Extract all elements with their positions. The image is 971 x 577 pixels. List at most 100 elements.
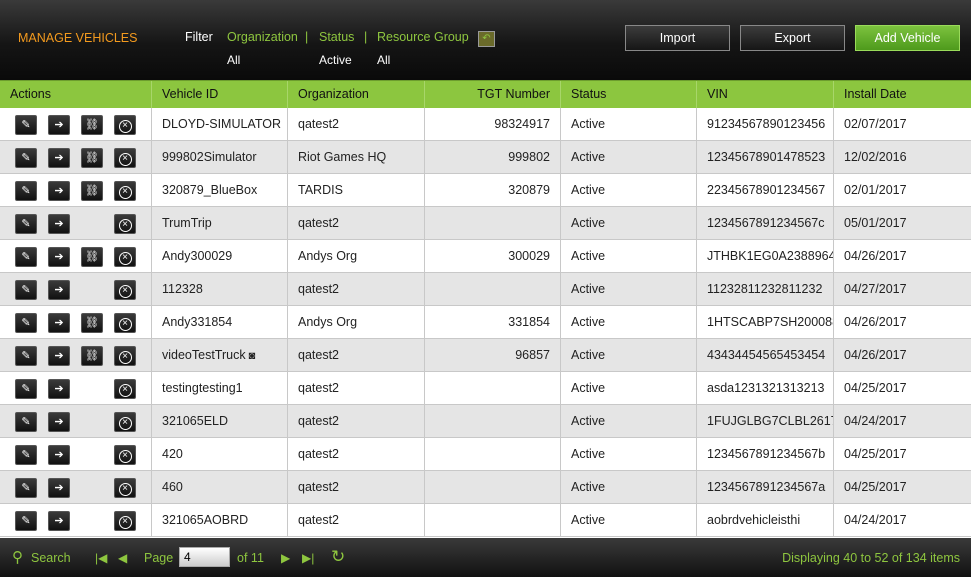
search-button[interactable]: Search (31, 551, 71, 565)
cell-status-text: Active (571, 183, 606, 197)
previous-page-icon[interactable]: ◀ (118, 551, 127, 565)
open-icon[interactable]: ➔ (48, 115, 70, 135)
reset-filter-icon[interactable]: ↶ (478, 31, 495, 47)
link-icon[interactable]: ⛓ (81, 181, 103, 201)
edit-icon[interactable]: ✎ (15, 115, 37, 135)
edit-icon[interactable]: ✎ (15, 478, 37, 498)
table-row[interactable]: ✎ ➔ × 420 qatest2 Active 1234567891234567b 04/2… (0, 438, 971, 471)
open-icon[interactable]: ➔ (48, 148, 70, 168)
column-header-vehicle-id[interactable]: Vehicle ID (152, 81, 288, 109)
open-icon[interactable]: ➔ (48, 247, 70, 267)
open-icon[interactable]: ➔ (48, 412, 70, 432)
open-icon[interactable]: ➔ (48, 511, 70, 531)
open-icon[interactable]: ➔ (48, 379, 70, 399)
cell-actions: ✎ ➔ × (0, 471, 152, 504)
import-button[interactable]: Import (625, 25, 730, 51)
open-icon[interactable]: ➔ (48, 181, 70, 201)
cell-actions: ✎ ➔ × (0, 504, 152, 537)
cell-vin-text: aobrdvehicleisthi (707, 513, 801, 527)
table-row[interactable]: ✎ ➔ × 460 qatest2 Active 1234567891234567a 04/2… (0, 471, 971, 504)
open-icon[interactable]: ➔ (48, 313, 70, 333)
table-row[interactable]: ✎ ➔ ⛓ × 999802Simulator Riot Games HQ 999802 Ac… (0, 141, 971, 174)
edit-icon[interactable]: ✎ (15, 148, 37, 168)
table-row[interactable]: ✎ ➔ × 321065AOBRD qatest2 Active aobrdvehiclei… (0, 504, 971, 537)
next-page-icon[interactable]: ▶ (281, 551, 290, 565)
delete-icon[interactable]: × (114, 280, 136, 300)
link-icon[interactable]: ⛓ (81, 247, 103, 267)
edit-icon[interactable]: ✎ (15, 247, 37, 267)
cell-vehicle-id-text: testingtesting1 (162, 381, 243, 395)
edit-icon[interactable]: ✎ (15, 511, 37, 531)
cell-organization: qatest2 (288, 273, 425, 306)
cell-status-text: Active (571, 513, 606, 527)
cell-tgt-number: 98324917 (425, 108, 561, 141)
link-icon[interactable]: ⛓ (81, 346, 103, 366)
column-header-install-date[interactable]: Install Date (834, 81, 971, 109)
delete-icon[interactable]: × (114, 445, 136, 465)
edit-icon[interactable]: ✎ (15, 412, 37, 432)
delete-icon[interactable]: × (114, 412, 136, 432)
link-icon[interactable]: ⛓ (81, 148, 103, 168)
cell-vin: asda1231321313213 (697, 372, 834, 405)
cell-vin-text: 1HTSCABP7SH200088 (707, 315, 834, 329)
delete-icon[interactable]: × (114, 115, 136, 135)
link-icon[interactable]: ⛓ (81, 115, 103, 135)
column-header-tgt-number[interactable]: TGT Number (425, 81, 561, 109)
search-icon[interactable]: ⚲ (12, 548, 23, 566)
table-row[interactable]: ✎ ➔ × 112328 qatest2 Active 11232811232811232 0… (0, 273, 971, 306)
filter-resource-group[interactable]: Resource Group (377, 30, 469, 44)
filter-label: Filter (185, 30, 213, 44)
delete-icon[interactable]: × (114, 346, 136, 366)
cell-vin-text: asda1231321313213 (707, 381, 825, 395)
open-icon[interactable]: ➔ (48, 478, 70, 498)
table-row[interactable]: ✎ ➔ × 321065ELD qatest2 Active 1FUJGLBG7CLBL26… (0, 405, 971, 438)
delete-icon[interactable]: × (114, 511, 136, 531)
delete-icon[interactable]: × (114, 379, 136, 399)
edit-icon[interactable]: ✎ (15, 214, 37, 234)
cell-install-date-text: 02/01/2017 (844, 183, 907, 197)
cell-vehicle-id-text: videoTestTruck (162, 348, 246, 362)
cell-vehicle-id: 321065AOBRD (152, 504, 288, 537)
column-header-organization[interactable]: Organization (288, 81, 425, 109)
table-row[interactable]: ✎ ➔ ⛓ × Andy331854 Andys Org 331854 Active 1HTSC… (0, 306, 971, 339)
last-page-icon[interactable]: ▶| (302, 551, 314, 565)
table-row[interactable]: ✎ ➔ ⛓ × videoTestTruck ◙ qatest2 96857 Active 43… (0, 339, 971, 372)
page-number-input[interactable] (179, 547, 230, 567)
delete-icon[interactable]: × (114, 148, 136, 168)
table-row[interactable]: ✎ ➔ ⛓ × DLOYD-SIMULATOR qatest2 98324917 Active… (0, 108, 971, 141)
refresh-icon[interactable]: ↻ (331, 547, 345, 567)
delete-icon[interactable]: × (114, 181, 136, 201)
edit-icon[interactable]: ✎ (15, 313, 37, 333)
edit-icon[interactable]: ✎ (15, 379, 37, 399)
delete-icon[interactable]: × (114, 478, 136, 498)
filter-status-value: Active (319, 53, 352, 67)
cell-install-date: 04/26/2017 (834, 306, 971, 339)
filter-organization[interactable]: Organization (227, 30, 298, 44)
cell-status-text: Active (571, 315, 606, 329)
column-header-status[interactable]: Status (561, 81, 697, 109)
edit-icon[interactable]: ✎ (15, 346, 37, 366)
cell-install-date-text: 04/25/2017 (844, 381, 907, 395)
open-icon[interactable]: ➔ (48, 280, 70, 300)
table-row[interactable]: ✎ ➔ ⛓ × Andy300029 Andys Org 300029 Active JTHBK… (0, 240, 971, 273)
cell-actions: ✎ ➔ × (0, 207, 152, 240)
edit-icon[interactable]: ✎ (15, 445, 37, 465)
column-header-vin[interactable]: VIN (697, 81, 834, 109)
open-icon[interactable]: ➔ (48, 214, 70, 234)
filter-status[interactable]: Status (319, 30, 354, 44)
table-row[interactable]: ✎ ➔ × testingtesting1 qatest2 Active asda12313… (0, 372, 971, 405)
delete-icon[interactable]: × (114, 214, 136, 234)
edit-icon[interactable]: ✎ (15, 181, 37, 201)
first-page-icon[interactable]: |◀ (95, 551, 107, 565)
open-icon[interactable]: ➔ (48, 346, 70, 366)
edit-icon[interactable]: ✎ (15, 280, 37, 300)
add-vehicle-button[interactable]: Add Vehicle (855, 25, 960, 51)
open-icon[interactable]: ➔ (48, 445, 70, 465)
export-button[interactable]: Export (740, 25, 845, 51)
column-header-actions: Actions (0, 81, 152, 109)
delete-icon[interactable]: × (114, 313, 136, 333)
table-row[interactable]: ✎ ➔ ⛓ × 320879_BlueBox TARDIS 320879 Active 2234… (0, 174, 971, 207)
delete-icon[interactable]: × (114, 247, 136, 267)
link-icon[interactable]: ⛓ (81, 313, 103, 333)
table-row[interactable]: ✎ ➔ × TrumTrip qatest2 Active 1234567891234567… (0, 207, 971, 240)
